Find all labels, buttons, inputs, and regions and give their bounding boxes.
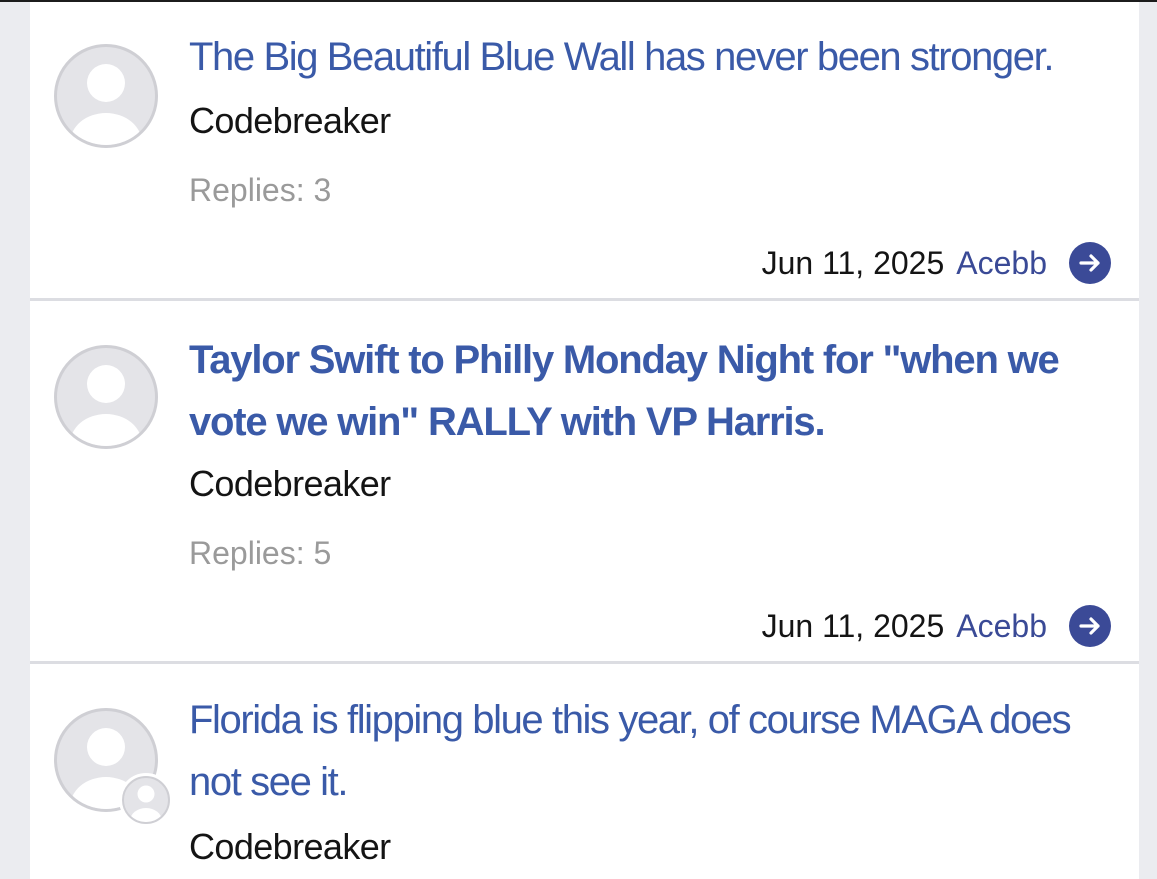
- thread-author[interactable]: Codebreaker: [189, 463, 391, 505]
- reply-count: Replies: 5: [189, 535, 332, 571]
- last-post-date[interactable]: Jun 11, 2025: [762, 608, 945, 645]
- thread-author[interactable]: Codebreaker: [189, 826, 391, 868]
- user-avatar-icon[interactable]: [54, 345, 158, 449]
- last-poster-name[interactable]: Acebb: [956, 245, 1047, 282]
- user-avatar-icon[interactable]: [54, 44, 158, 148]
- last-poster-avatar-icon[interactable]: [119, 773, 173, 827]
- last-poster-name[interactable]: Acebb: [956, 608, 1047, 645]
- thread-meta: Jun 11, 2025 Acebb: [762, 604, 1111, 648]
- thread-item: Florida is flipping blue this year, of c…: [30, 664, 1139, 879]
- reply-count: Replies: 3: [189, 172, 332, 208]
- last-post-date[interactable]: Jun 11, 2025: [762, 245, 945, 282]
- thread-title-link[interactable]: The Big Beautiful Blue Wall has never be…: [189, 26, 1119, 88]
- thread-title-link[interactable]: Florida is flipping blue this year, of c…: [189, 689, 1119, 813]
- thread-list: The Big Beautiful Blue Wall has never be…: [30, 2, 1139, 879]
- goto-latest-arrow-icon[interactable]: [1069, 605, 1111, 647]
- thread-title-link[interactable]: Taylor Swift to Philly Monday Night for …: [189, 329, 1119, 453]
- goto-latest-arrow-icon[interactable]: [1069, 242, 1111, 284]
- thread-meta: Jun 11, 2025 Acebb: [762, 241, 1111, 285]
- thread-item: Taylor Swift to Philly Monday Night for …: [30, 301, 1139, 664]
- thread-author[interactable]: Codebreaker: [189, 100, 391, 142]
- thread-item: The Big Beautiful Blue Wall has never be…: [30, 2, 1139, 301]
